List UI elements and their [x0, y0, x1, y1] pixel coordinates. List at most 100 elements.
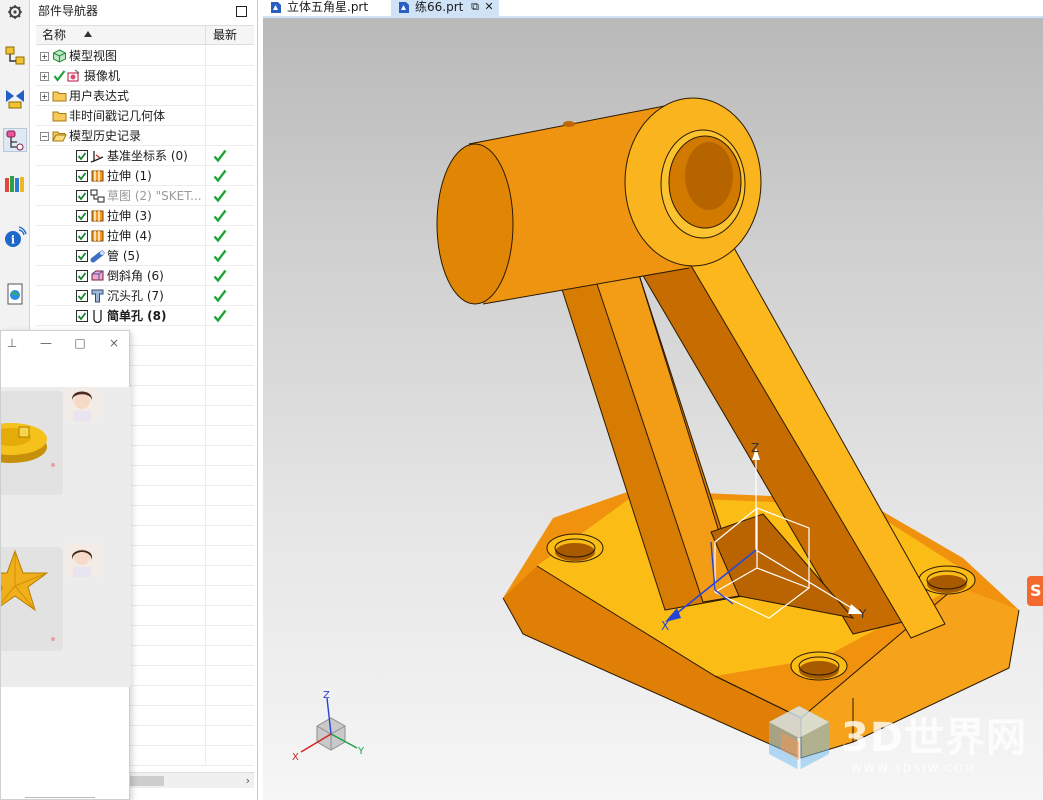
up-to-date-check-icon [213, 209, 227, 223]
user-avatar[interactable] [65, 543, 99, 577]
reuse-library-icon[interactable] [3, 172, 27, 196]
tree-row-camera[interactable]: + 摄像机 [36, 66, 254, 86]
up-to-date-check-icon [213, 169, 227, 183]
camera-icon [66, 69, 81, 83]
column-header: 名称 最新 [36, 25, 254, 45]
counterbore-hole[interactable] [546, 533, 604, 563]
extrude-icon [90, 209, 105, 223]
scroll-right-arrow-icon[interactable]: › [246, 773, 250, 789]
maximize-icon[interactable]: □ [73, 336, 87, 350]
document-tab-bar: 立体五角星.prt 练66.prt ⧉ ✕ [263, 0, 1043, 16]
tree-label: 模型历史记录 [69, 129, 142, 143]
window-titlebar[interactable]: ⊥ — □ × [1, 331, 131, 357]
name-column-header[interactable]: 名称 [36, 26, 206, 45]
folder-icon [52, 109, 67, 123]
visibility-checkbox[interactable] [76, 290, 88, 302]
visibility-checkbox[interactable] [76, 250, 88, 262]
extrude-icon [90, 229, 105, 243]
tab-label: 练66.prt [415, 0, 464, 14]
gear-model-thumbnail[interactable] [1, 391, 63, 495]
information-icon[interactable]: i [3, 226, 27, 250]
collapse-icon[interactable]: − [40, 132, 49, 141]
tab-close-icon[interactable]: ✕ [483, 1, 495, 13]
tree-label: 拉伸 (3) [107, 209, 152, 223]
tree-label: 拉伸 (4) [107, 229, 152, 243]
triad-z-label: Z [323, 690, 330, 701]
svg-text:i: i [11, 234, 15, 247]
tree-row-simple-hole-8[interactable]: 简单孔 (8) [36, 306, 254, 326]
sketch-icon [90, 189, 105, 203]
tree-row-model-history[interactable]: − 模型历史记录 [36, 126, 254, 146]
visibility-checkbox[interactable] [76, 230, 88, 242]
visibility-checkbox[interactable] [76, 190, 88, 202]
tree-row-tube-5[interactable]: 管 (5) [36, 246, 254, 266]
expand-icon[interactable]: + [40, 52, 49, 61]
tab-star-part[interactable]: 立体五角星.prt [263, 0, 387, 16]
visibility-checkbox[interactable] [76, 170, 88, 182]
part-file-icon [269, 1, 282, 14]
model-views-icon [52, 49, 67, 63]
tree-row-extrude-4[interactable]: 拉伸 (4) [36, 226, 254, 246]
up-to-date-check-icon [213, 249, 227, 263]
up-to-date-check-icon [213, 229, 227, 243]
maximize-icon[interactable] [236, 6, 247, 17]
up-to-date-check-icon [213, 309, 227, 323]
nx-window: i 部件导航器 名称 最新 + 模型视图 + 摄像机 + 用户表达式 非时间戳记… [0, 0, 1043, 800]
visible-check-icon [52, 69, 66, 83]
constraint-navigator-icon[interactable] [3, 86, 27, 110]
tree-label: 用户表达式 [69, 89, 130, 103]
latest-column-header[interactable]: 最新 [207, 26, 254, 45]
tree-row-extrude-3[interactable]: 拉伸 (3) [36, 206, 254, 226]
watermark-url: WWW.3DSJW.COM [851, 762, 977, 775]
tree-row-counterbore-hole-7[interactable]: 沉头孔 (7) [36, 286, 254, 306]
watermark-cube-icon [769, 706, 829, 770]
counterbore-hole[interactable] [918, 565, 976, 595]
minimize-icon[interactable]: — [39, 336, 53, 350]
star-model-thumbnail[interactable] [1, 547, 63, 651]
tree-label: 简单孔 (8) [107, 309, 167, 323]
user-avatar[interactable] [65, 387, 99, 421]
tree-row-extrude-1[interactable]: 拉伸 (1) [36, 166, 254, 186]
tree-row-model-views[interactable]: + 模型视图 [36, 46, 254, 66]
close-icon[interactable]: × [107, 336, 121, 350]
tree-row-datum-csys[interactable]: 基准坐标系 (0) [36, 146, 254, 166]
wcs-z-label: Z [751, 441, 759, 455]
visibility-checkbox[interactable] [76, 310, 88, 322]
view-triad[interactable]: Z Y X [287, 690, 371, 774]
visibility-checkbox[interactable] [76, 150, 88, 162]
watermark-brand: 3D世界网 [841, 715, 1028, 761]
site-watermark: 3D世界网 WWW.3DSJW.COM [759, 698, 1039, 778]
assembly-navigator-icon[interactable] [3, 44, 27, 68]
name-column-label: 名称 [42, 28, 67, 42]
edge-logo-badge: S [1027, 576, 1043, 606]
part-model[interactable]: Z Y X [263, 18, 1043, 800]
roles-gear-icon[interactable] [3, 2, 27, 26]
web-browser-icon[interactable] [3, 282, 27, 306]
tree-row-chamfer-6[interactable]: 倒斜角 (6) [36, 266, 254, 286]
tree-label: 拉伸 (1) [107, 169, 152, 183]
sort-ascending-icon [84, 31, 92, 37]
visibility-checkbox[interactable] [76, 210, 88, 222]
expand-icon[interactable]: + [40, 72, 49, 81]
tab-active-part[interactable]: 练66.prt ⧉ ✕ [391, 0, 499, 16]
part-file-icon [397, 1, 410, 14]
tree-label: 草图 (2) "SKET... [107, 189, 202, 203]
part-navigator-icon[interactable] [3, 128, 27, 152]
wcs-x-label: X [661, 619, 669, 633]
tab-float-icon[interactable]: ⧉ [469, 1, 481, 13]
up-to-date-check-icon [213, 149, 227, 163]
extrude-icon [90, 169, 105, 183]
up-to-date-check-icon [213, 269, 227, 283]
panel-title: 部件导航器 [38, 4, 99, 18]
pin-icon[interactable]: ⊥ [5, 336, 19, 350]
tree-row-sketch-2[interactable]: 草图 (2) "SKET... [36, 186, 254, 206]
counterbore-hole[interactable] [790, 651, 848, 681]
visibility-checkbox[interactable] [76, 270, 88, 282]
tree-row-user-expressions[interactable]: + 用户表达式 [36, 86, 254, 106]
tree-row-unused-geometry[interactable]: 非时间戳记几何体 [36, 106, 254, 126]
graphics-window[interactable]: Z Y X Z Y X 3D世界网 WWW.3DSJW.COM S [263, 18, 1043, 800]
floating-window: ⊥ — □ × [0, 330, 131, 800]
expand-icon[interactable]: + [40, 92, 49, 101]
up-to-date-check-icon [213, 289, 227, 303]
counterbore-hole-icon [90, 289, 105, 303]
